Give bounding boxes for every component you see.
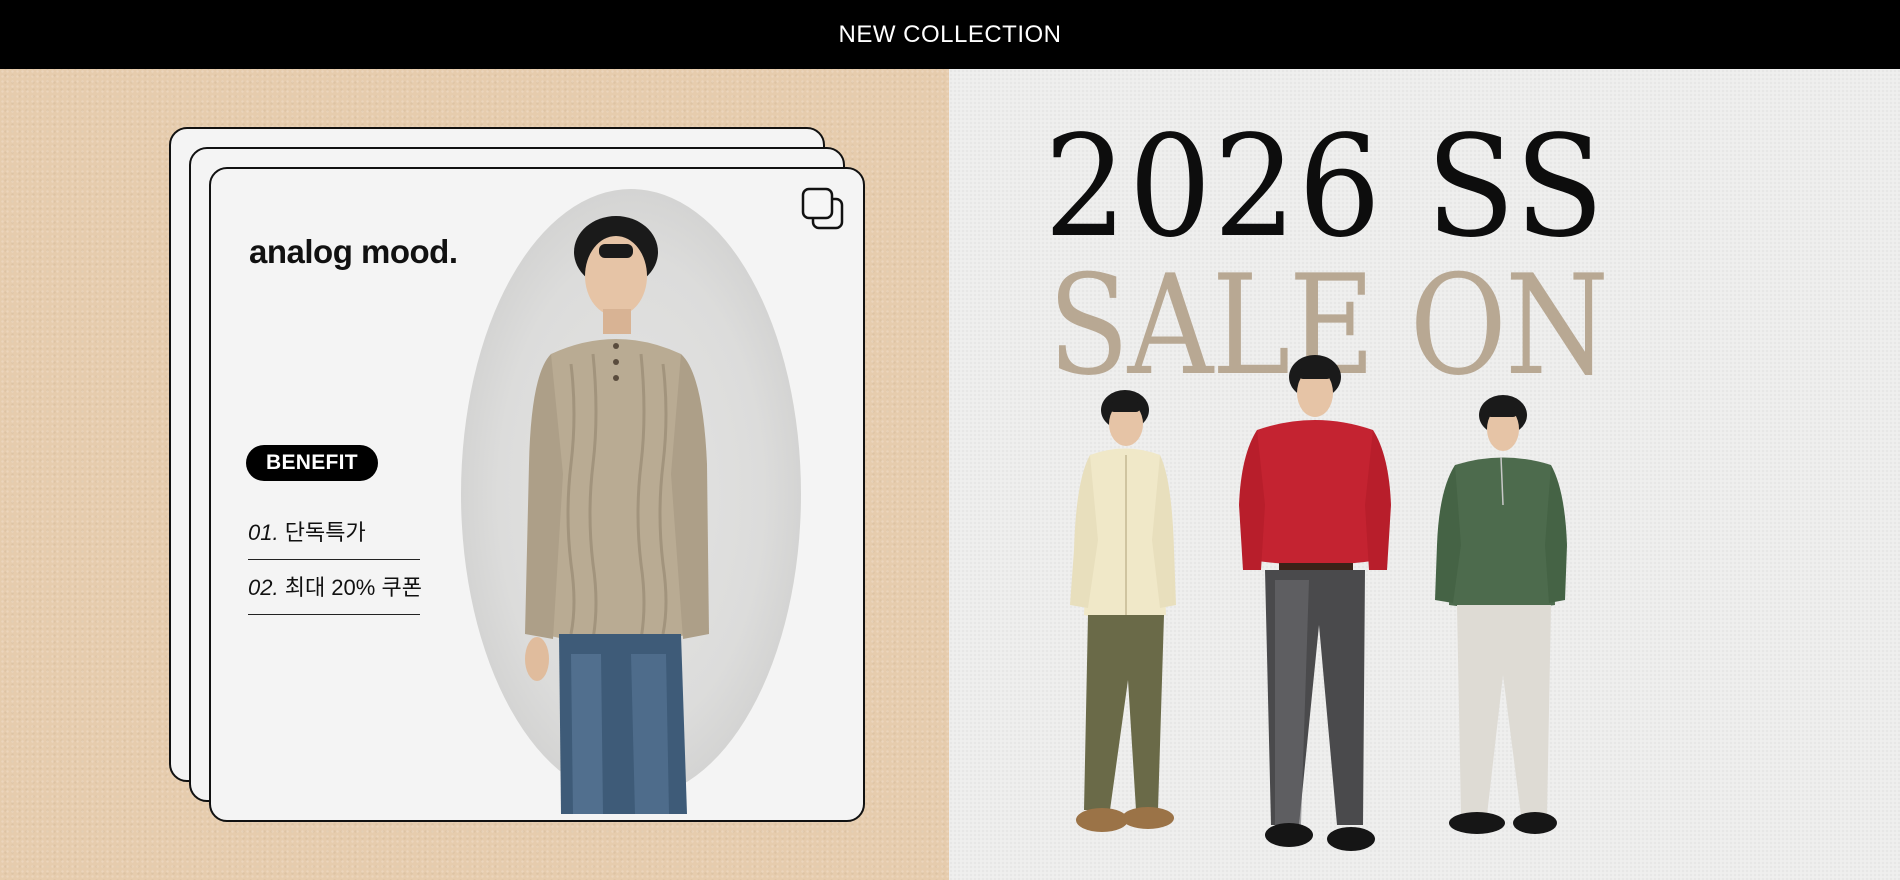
banner-title: NEW COLLECTION [838,20,1062,48]
model-red-sweater [1239,355,1391,851]
benefit-item: 02. 최대 20% 쿠폰 [248,570,422,615]
model-photo [525,216,709,814]
benefit-number: 02. [248,575,279,600]
feature-card[interactable]: analog mood. BENEFIT 01. 단독특가 02. 최대 20%… [209,167,865,822]
sale-season-heading: 2026 SS [1044,106,1606,269]
benefit-item: 01. 단독특가 [248,515,420,560]
benefit-badge: BENEFIT [246,445,378,481]
card-title: analog mood. [249,233,458,270]
benefit-text: 단독특가 [284,520,366,545]
copy-icon[interactable] [801,187,845,231]
model-cardigan [1070,390,1176,832]
top-banner: NEW COLLECTION [0,0,1900,69]
model-green-sweater [1435,395,1567,834]
benefit-number: 01. [248,520,279,545]
benefit-text: 최대 20% 쿠폰 [284,575,422,600]
